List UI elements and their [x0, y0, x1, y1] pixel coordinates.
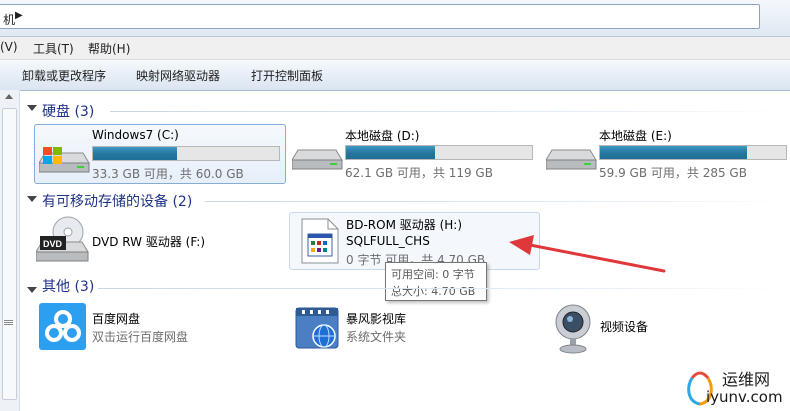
annotation-arrow-icon — [509, 235, 666, 273]
address-text: 机 — [3, 13, 16, 27]
windows-drive-icon — [39, 147, 90, 173]
drive-tooltip: 可用空间: 0 字节 总大小: 4.70 GB — [385, 262, 487, 301]
baidu-netdisk-name: 百度网盘 — [92, 312, 141, 326]
uninstall-program-button[interactable]: 卸载或更改程序 — [22, 67, 106, 84]
drive-e-name: 本地磁盘 (E:) — [599, 129, 672, 143]
drive-c-usage-fill — [93, 147, 177, 160]
group-separator — [98, 288, 790, 289]
drive-d-usage-fill — [346, 146, 436, 159]
drive-d-tile[interactable]: 本地磁盘 (D:) 62.1 GB 可用，共 119 GB — [290, 124, 540, 182]
group-separator — [110, 111, 790, 112]
drive-c-usage-bar — [92, 146, 280, 161]
drive-e-usage-fill — [600, 146, 747, 159]
hard-drive-icon — [292, 149, 343, 170]
address-bar-area: 机 ▶ — [0, 0, 790, 37]
webcam-icon — [555, 304, 591, 354]
watermark-en: iyunv.com — [706, 388, 783, 406]
tooltip-free-space: 可用空间: 0 字节 — [391, 268, 475, 281]
navigation-pane-scrollbar[interactable] — [0, 90, 20, 411]
scroll-up-icon[interactable] — [5, 94, 13, 99]
group-other-title[interactable]: 其他 (3) — [42, 276, 94, 296]
menu-tools[interactable]: 工具(T) — [33, 40, 74, 57]
tooltip-total-size: 总大小: 4.70 GB — [391, 285, 476, 298]
menu-bar: (V) 工具(T) 帮助(H) — [0, 37, 790, 60]
watermark: 运维网 iyunv.com — [684, 364, 786, 408]
drive-d-size: 62.1 GB 可用，共 119 GB — [345, 166, 493, 180]
group-removable-title[interactable]: 有可移动存储的设备 (2) — [42, 191, 192, 211]
watermark-cn: 运维网 — [722, 370, 771, 389]
open-control-panel-button[interactable]: 打开控制面板 — [251, 67, 323, 84]
drive-e-tile[interactable]: 本地磁盘 (E:) 59.9 GB 可用，共 285 GB — [544, 124, 788, 182]
video-library-name: 暴风影视库 — [346, 312, 407, 326]
video-library-desc: 系统文件夹 — [346, 330, 407, 344]
collapse-other-icon[interactable] — [27, 287, 37, 293]
video-library-icon — [295, 307, 339, 349]
collapse-removable-icon[interactable] — [27, 196, 37, 202]
video-device-name: 视频设备 — [600, 320, 649, 334]
group-hard-disks-title[interactable]: 硬盘 (3) — [42, 101, 94, 121]
baidu-netdisk-tile[interactable]: 百度网盘 双击运行百度网盘 — [34, 300, 284, 356]
drive-c-name: Windows7 (C:) — [92, 128, 179, 142]
grip-icon — [4, 320, 13, 321]
menu-view[interactable]: (V) — [0, 40, 18, 54]
video-device-tile[interactable]: 视频设备 — [544, 300, 744, 356]
hard-drive-icon — [546, 149, 597, 170]
drive-e-size: 59.9 GB 可用，共 285 GB — [599, 166, 747, 180]
bd-rom-drive-name: BD-ROM 驱动器 (H:) — [346, 218, 462, 232]
drive-c-tile[interactable]: Windows7 (C:) 33.3 GB 可用，共 60.0 GB — [34, 124, 286, 184]
dvd-drive-tile[interactable]: DVD DVD RW 驱动器 (F:) — [34, 212, 284, 268]
breadcrumb-arrow-icon[interactable]: ▶ — [15, 10, 23, 21]
baidu-netdisk-desc: 双击运行百度网盘 — [92, 330, 189, 344]
group-separator — [205, 201, 790, 202]
drive-c-size: 33.3 GB 可用，共 60.0 GB — [92, 167, 244, 181]
dvd-drive-name: DVD RW 驱动器 (F:) — [92, 235, 206, 249]
dvd-drive-icon: DVD — [36, 216, 89, 262]
address-field[interactable]: 机 ▶ — [0, 4, 760, 29]
drive-d-name: 本地磁盘 (D:) — [345, 129, 420, 143]
autorun-file-icon — [301, 218, 339, 264]
command-bar: 卸载或更改程序 映射网络驱动器 打开控制面板 — [0, 60, 790, 91]
collapse-hard-disks-icon[interactable] — [27, 105, 37, 111]
drive-e-usage-bar — [599, 145, 787, 160]
svg-text:DVD: DVD — [43, 239, 63, 249]
menu-help[interactable]: 帮助(H) — [88, 40, 130, 57]
video-library-tile[interactable]: 暴风影视库 系统文件夹 — [290, 300, 540, 356]
drive-d-usage-bar — [345, 145, 533, 160]
map-network-drive-button[interactable]: 映射网络驱动器 — [136, 67, 220, 84]
bd-rom-volume-label: SQLFULL_CHS — [346, 234, 430, 248]
scrollbar-thumb[interactable] — [2, 108, 17, 400]
baidu-netdisk-icon — [39, 303, 86, 350]
